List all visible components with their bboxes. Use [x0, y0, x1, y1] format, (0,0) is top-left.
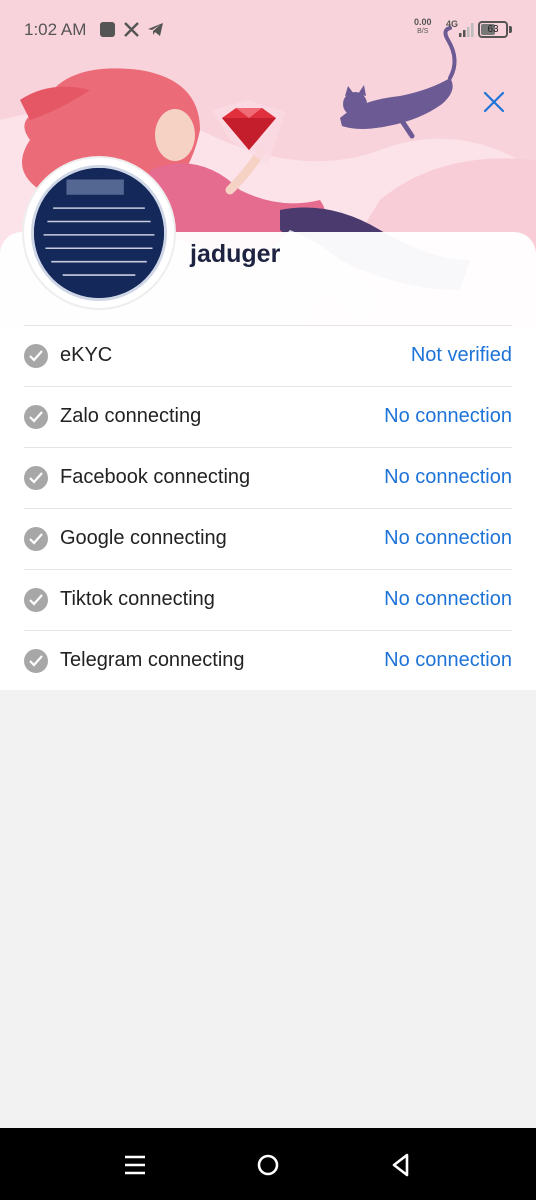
list-item-status[interactable]: Not verified: [411, 344, 512, 367]
list-item-status[interactable]: No connection: [384, 466, 512, 489]
check-icon: [24, 527, 48, 551]
username: jaduger: [190, 240, 281, 268]
list-item-facebook[interactable]: Facebook connecting No connection: [24, 447, 512, 508]
connection-list: eKYC Not verified Zalo connecting No con…: [24, 325, 512, 691]
avatar[interactable]: [24, 158, 174, 308]
avatar-artwork: [34, 168, 164, 298]
check-icon: [24, 649, 48, 673]
network-speed: 0.00 B/S: [414, 18, 432, 36]
check-icon: [24, 466, 48, 490]
system-nav-bar: [0, 1128, 536, 1200]
battery-level: 63: [487, 24, 499, 35]
menu-icon: [125, 1155, 145, 1175]
check-icon: [24, 588, 48, 612]
list-item-google[interactable]: Google connecting No connection: [24, 508, 512, 569]
list-item-ekyc[interactable]: eKYC Not verified: [24, 325, 512, 386]
telegram-icon: [148, 23, 163, 36]
network-speed-unit: B/S: [417, 28, 429, 35]
avatar-image: [31, 165, 167, 301]
list-item-tiktok[interactable]: Tiktok connecting No connection: [24, 569, 512, 630]
list-item-telegram[interactable]: Telegram connecting No connection: [24, 630, 512, 691]
signal-icon: [459, 23, 474, 37]
battery-tip: [509, 26, 512, 33]
list-item-status[interactable]: No connection: [384, 405, 512, 428]
close-button[interactable]: [478, 86, 510, 118]
list-item-status[interactable]: No connection: [384, 527, 512, 550]
home-button[interactable]: [253, 1150, 283, 1180]
network-type: 4G: [446, 19, 459, 29]
list-item-label: Zalo connecting: [60, 405, 202, 427]
status-time: 1:02 AM: [24, 20, 87, 39]
check-icon: [24, 405, 48, 429]
list-item-label: Tiktok connecting: [60, 588, 215, 610]
list-item-label: Google connecting: [60, 527, 227, 549]
status-bar: 1:02 AM 0.00 B/S 4G 63: [0, 0, 536, 60]
back-icon: [392, 1153, 409, 1177]
network-speed-value: 0.00: [414, 17, 432, 27]
list-item-label: Telegram connecting: [60, 649, 245, 671]
list-item-label: Facebook connecting: [60, 466, 251, 488]
close-icon: [483, 91, 505, 113]
list-item-status[interactable]: No connection: [384, 588, 512, 611]
app-square-icon: [100, 22, 115, 37]
x-logo-icon: [124, 22, 139, 37]
home-icon: [257, 1154, 279, 1176]
list-item-zalo[interactable]: Zalo connecting No connection: [24, 386, 512, 447]
list-item-label: eKYC: [60, 344, 113, 366]
list-item-status[interactable]: No connection: [384, 649, 512, 672]
menu-button[interactable]: [120, 1150, 150, 1180]
battery-icon: 63: [478, 21, 508, 38]
check-icon: [24, 344, 48, 368]
back-button[interactable]: [386, 1150, 416, 1180]
